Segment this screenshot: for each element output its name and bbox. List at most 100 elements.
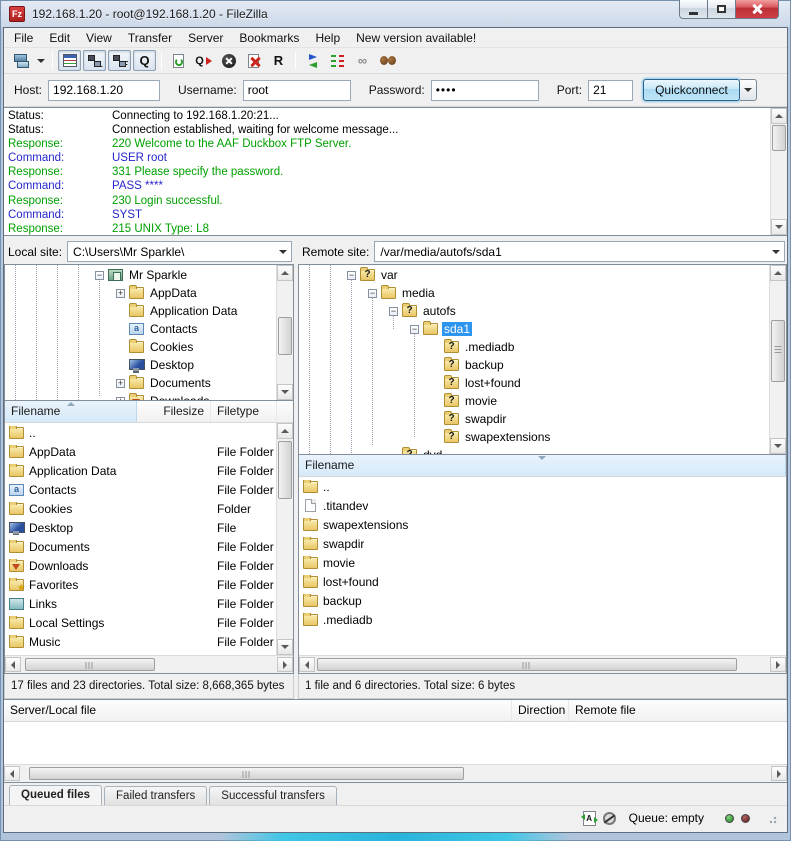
scroll-up-button[interactable]: [277, 423, 293, 439]
tree-item[interactable]: −?var: [299, 266, 769, 284]
file-row[interactable]: DocumentsFile Folder: [5, 537, 276, 556]
scrollbar-thumb[interactable]: [772, 125, 786, 151]
collapse-icon[interactable]: −: [410, 325, 419, 334]
new-version-notice[interactable]: New version available!: [348, 29, 484, 47]
tab-failed-transfers[interactable]: Failed transfers: [104, 786, 207, 805]
tree-item[interactable]: ?lost+found: [299, 374, 769, 392]
column-filename[interactable]: Filename: [299, 455, 786, 476]
scroll-up-button[interactable]: [277, 265, 293, 281]
tree-item[interactable]: ?movie: [299, 392, 769, 410]
scroll-up-button[interactable]: [771, 108, 787, 124]
scroll-right-button[interactable]: [771, 766, 787, 781]
reconnect-button[interactable]: R: [267, 50, 290, 71]
tree-item[interactable]: −Mr Sparkle: [5, 266, 276, 284]
file-row[interactable]: AppDataFile Folder: [5, 442, 276, 461]
minimize-button[interactable]: [679, 0, 708, 19]
menu-help[interactable]: Help: [307, 29, 348, 47]
tree-item[interactable]: +AppData: [5, 284, 276, 302]
password-input[interactable]: [431, 80, 539, 101]
file-row[interactable]: ..: [5, 423, 276, 442]
column-filename[interactable]: Filename: [5, 401, 137, 422]
remote-tree-scrollbar[interactable]: [769, 265, 786, 454]
transfer-queue-toggle[interactable]: Q: [133, 50, 156, 71]
tree-item-selected[interactable]: −sda1: [299, 320, 769, 338]
tree-item[interactable]: +Downloads: [5, 392, 276, 400]
speed-limit-off-icon[interactable]: [603, 812, 616, 825]
transfer-type-icon[interactable]: A: [583, 811, 596, 826]
scroll-up-button[interactable]: [770, 265, 786, 281]
cancel-operation-button[interactable]: [217, 50, 240, 71]
expand-icon[interactable]: +: [116, 379, 125, 388]
scroll-down-button[interactable]: [277, 384, 293, 400]
file-row[interactable]: DesktopFile: [5, 518, 276, 537]
menu-file[interactable]: File: [6, 29, 41, 47]
file-row[interactable]: ..: [299, 477, 786, 496]
synchronized-browsing-button[interactable]: ∞: [351, 50, 374, 71]
quickconnect-button[interactable]: Quickconnect: [643, 79, 740, 101]
file-row[interactable]: ★FavoritesFile Folder: [5, 575, 276, 594]
file-row[interactable]: Local SettingsFile Folder: [5, 613, 276, 632]
username-input[interactable]: [243, 80, 351, 101]
directory-listing-button[interactable]: [326, 50, 349, 71]
quickconnect-dropdown[interactable]: [740, 79, 757, 101]
file-row[interactable]: DownloadsFile Folder: [5, 556, 276, 575]
local-list-hscrollbar[interactable]: [5, 655, 293, 673]
file-row[interactable]: aContactsFile Folder: [5, 480, 276, 499]
file-row[interactable]: backup: [299, 591, 786, 610]
tree-item[interactable]: Application Data: [5, 302, 276, 320]
remote-list-hscrollbar[interactable]: [299, 655, 786, 673]
tab-queued-files[interactable]: Queued files: [9, 785, 102, 805]
port-input[interactable]: [588, 80, 633, 101]
tree-item[interactable]: ?swapextensions: [299, 428, 769, 446]
log-scrollbar[interactable]: [770, 108, 787, 235]
find-files-button[interactable]: [376, 50, 399, 71]
tree-item[interactable]: ?backup: [299, 356, 769, 374]
disconnect-button[interactable]: [242, 50, 265, 71]
site-manager-dropdown[interactable]: [35, 50, 47, 71]
file-row[interactable]: Application DataFile Folder: [5, 461, 276, 480]
site-manager-button[interactable]: [10, 50, 33, 71]
combo-dropdown[interactable]: [768, 242, 784, 261]
menu-transfer[interactable]: Transfer: [120, 29, 180, 47]
tree-item[interactable]: ?dvd: [299, 446, 769, 454]
resize-grip[interactable]: [765, 812, 777, 824]
scrollbar-thumb[interactable]: [771, 320, 785, 382]
file-row[interactable]: .mediadb: [299, 610, 786, 629]
scroll-left-button[interactable]: [4, 766, 20, 781]
local-list-scrollbar[interactable]: [276, 423, 293, 655]
scroll-left-button[interactable]: [299, 657, 315, 672]
directory-comparison-button[interactable]: [301, 50, 324, 71]
local-site-combobox[interactable]: C:\Users\Mr Sparkle\: [67, 241, 292, 262]
menu-bookmarks[interactable]: Bookmarks: [231, 29, 307, 47]
tree-item[interactable]: aContacts: [5, 320, 276, 338]
queue-hscrollbar[interactable]: [4, 764, 787, 782]
refresh-button[interactable]: [167, 50, 190, 71]
expand-icon[interactable]: +: [116, 397, 125, 401]
scroll-right-button[interactable]: [770, 657, 786, 672]
tree-item[interactable]: +Documents: [5, 374, 276, 392]
tree-item[interactable]: −?autofs: [299, 302, 769, 320]
tree-item[interactable]: −media: [299, 284, 769, 302]
menu-edit[interactable]: Edit: [41, 29, 78, 47]
close-button[interactable]: [736, 0, 779, 19]
file-row[interactable]: MusicFile Folder: [5, 632, 276, 651]
combo-dropdown[interactable]: [275, 242, 291, 261]
tree-item[interactable]: Cookies: [5, 338, 276, 356]
column-direction[interactable]: Direction: [512, 700, 569, 721]
column-remote-file[interactable]: Remote file: [569, 700, 787, 721]
tree-item[interactable]: ?swapdir: [299, 410, 769, 428]
file-row[interactable]: movie: [299, 553, 786, 572]
file-row[interactable]: swapdir: [299, 534, 786, 553]
file-row[interactable]: swapextensions: [299, 515, 786, 534]
local-tree-scrollbar[interactable]: [276, 265, 293, 400]
menu-view[interactable]: View: [78, 29, 120, 47]
host-input[interactable]: [48, 80, 160, 101]
column-server-local-file[interactable]: Server/Local file: [4, 700, 512, 721]
maximize-button[interactable]: [708, 0, 736, 19]
file-row[interactable]: .titandev: [299, 496, 786, 515]
menu-server[interactable]: Server: [180, 29, 231, 47]
local-treeview-toggle[interactable]: L: [83, 50, 106, 71]
scrollbar-thumb[interactable]: [29, 767, 464, 780]
column-filesize[interactable]: Filesize: [137, 401, 211, 422]
scrollbar-thumb[interactable]: [25, 658, 155, 671]
